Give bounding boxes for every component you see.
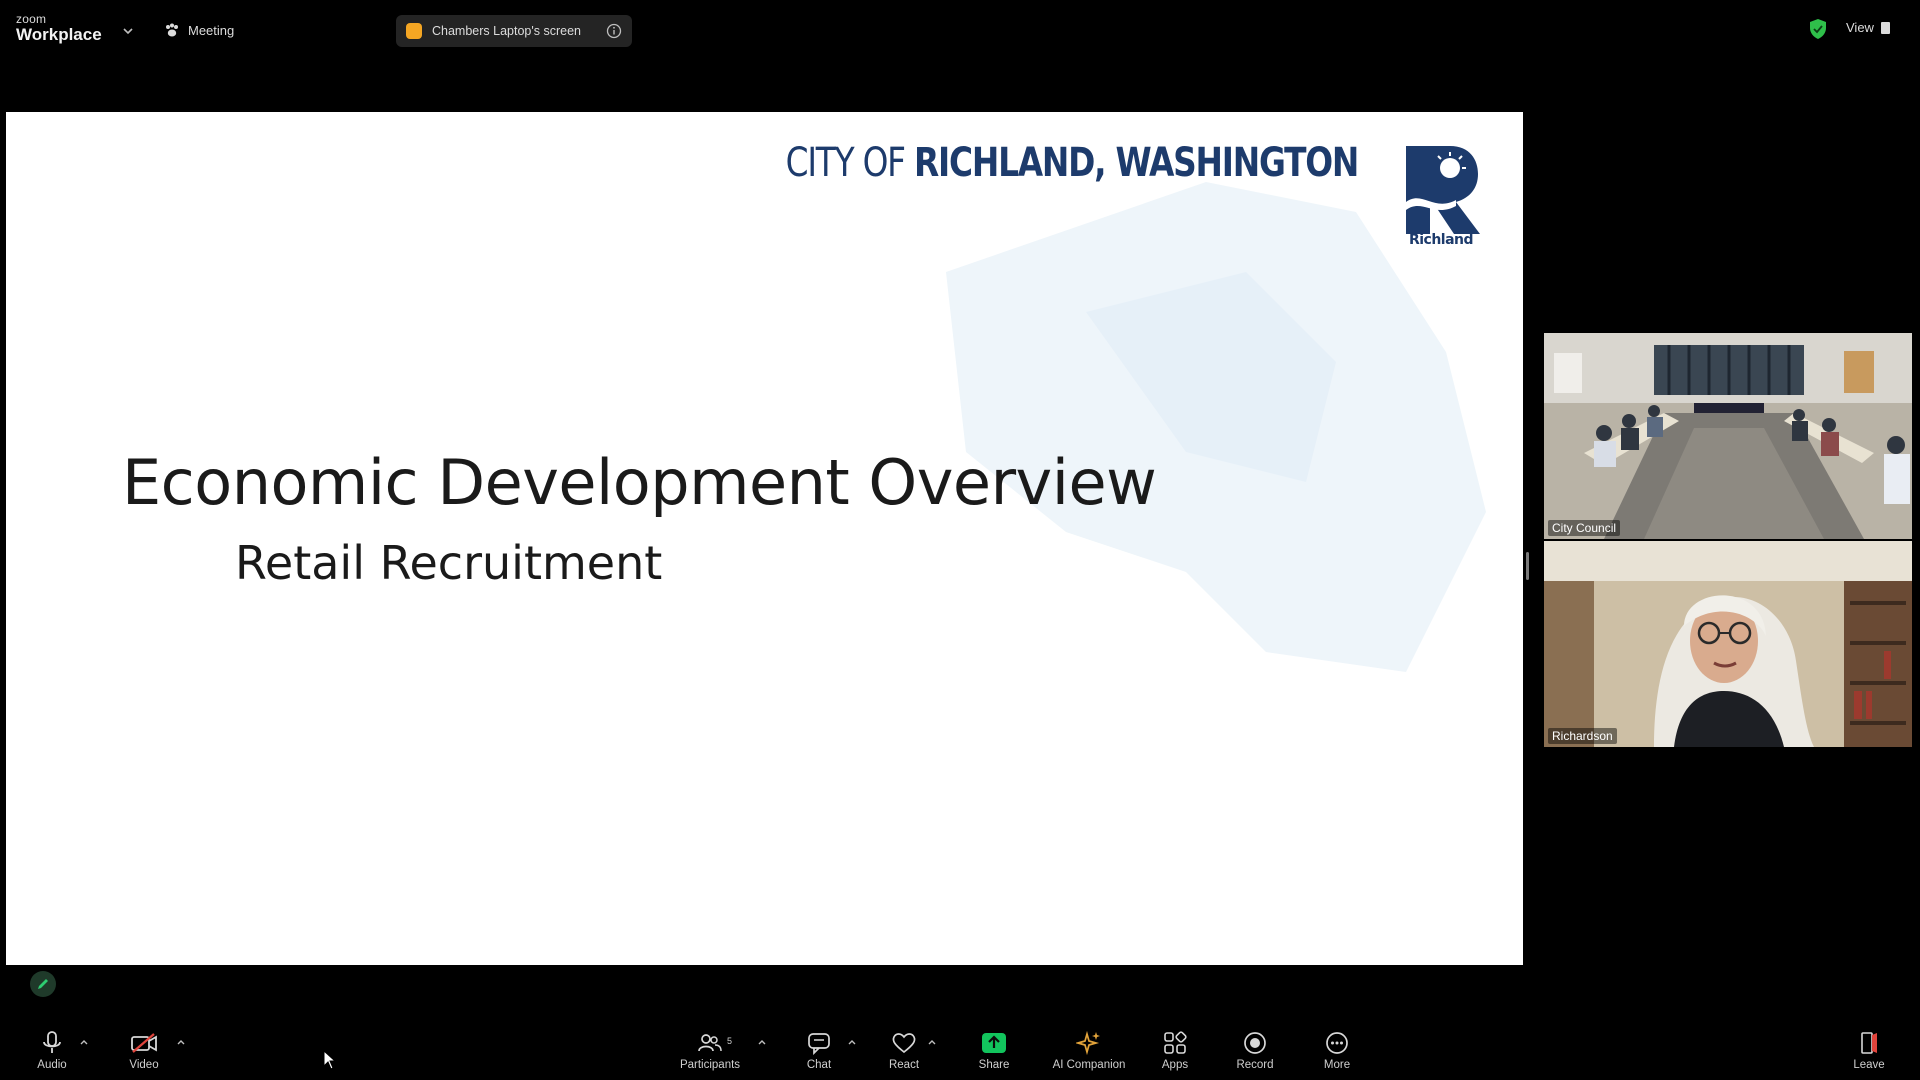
chevron-down-icon[interactable] — [122, 25, 134, 37]
participants-options-caret-icon[interactable] — [757, 1038, 767, 1048]
meeting-label: Meeting — [188, 22, 235, 38]
view-label: View — [1846, 20, 1874, 35]
participant-name-label: City Council — [1548, 520, 1621, 536]
screen-share-indicator[interactable]: Chambers Laptop's screen — [396, 15, 632, 47]
screen-share-dot-icon — [406, 23, 422, 39]
city-title: CITY OF RICHLAND, WASHINGTON — [785, 140, 1360, 186]
record-button[interactable]: Record — [1218, 1028, 1292, 1080]
zoom-workplace-logo[interactable]: zoom Workplace — [16, 13, 102, 43]
participants-button[interactable]: Participants — [673, 1028, 747, 1080]
ai-sparkle-icon — [1076, 1030, 1100, 1056]
shared-screen-slide: CITY OF RICHLAND, WASHINGTON Richland Ec… — [6, 112, 1523, 965]
ai-companion-label: AI Companion — [1052, 1059, 1126, 1071]
audio-button[interactable]: Audio — [15, 1028, 89, 1080]
screen-share-label: Chambers Laptop's screen — [432, 24, 581, 38]
apps-button[interactable]: Apps — [1138, 1028, 1212, 1080]
apps-icon — [1164, 1031, 1187, 1054]
audio-options-caret-icon[interactable] — [79, 1038, 89, 1048]
react-button[interactable]: React — [867, 1028, 941, 1080]
heart-icon — [892, 1033, 916, 1054]
react-options-caret-icon[interactable] — [927, 1038, 937, 1048]
share-screen-icon — [982, 1033, 1006, 1053]
logo-text: Richland — [1408, 232, 1474, 248]
meeting-info-button[interactable]: Meeting — [164, 22, 234, 38]
brand-large-text: Workplace — [16, 25, 102, 44]
microphone-icon — [43, 1031, 61, 1053]
shield-check-icon[interactable] — [1808, 18, 1828, 40]
chat-label: Chat — [806, 1059, 832, 1071]
share-label: Share — [978, 1059, 1010, 1071]
video-button[interactable]: Video — [107, 1028, 181, 1080]
leave-door-icon — [1861, 1032, 1877, 1054]
brand-small-text: zoom — [16, 12, 47, 26]
chat-button[interactable]: Chat — [782, 1028, 856, 1080]
participants-count-badge: 5 — [727, 1036, 733, 1046]
apps-label: Apps — [1161, 1059, 1189, 1071]
slide-title: Economic Development Overview — [122, 446, 1157, 519]
react-label: React — [888, 1059, 920, 1071]
info-icon[interactable] — [606, 23, 622, 39]
view-layout-icon — [1880, 21, 1890, 34]
video-tile-richardson[interactable]: Richardson — [1544, 541, 1912, 747]
record-label: Record — [1236, 1059, 1274, 1071]
record-icon — [1244, 1032, 1266, 1054]
slide-subtitle: Retail Recruitment — [235, 536, 663, 590]
video-off-icon — [131, 1033, 157, 1053]
meeting-paw-icon — [166, 23, 178, 37]
council-room-video — [1544, 333, 1912, 539]
leave-button[interactable]: Leave — [1834, 1028, 1904, 1080]
ai-companion-button[interactable]: AI Companion — [1048, 1028, 1130, 1080]
view-button[interactable]: View — [1846, 20, 1890, 35]
participant-video — [1544, 541, 1912, 747]
more-label: More — [1323, 1059, 1351, 1071]
richland-logo: Richland — [1400, 142, 1482, 250]
chat-options-caret-icon[interactable] — [847, 1038, 857, 1048]
participants-icon — [698, 1034, 722, 1052]
chat-icon — [808, 1033, 830, 1055]
city-prefix: CITY OF — [785, 140, 914, 186]
annotate-button[interactable] — [30, 971, 56, 997]
panel-resize-handle[interactable] — [1526, 552, 1529, 580]
participants-label: Participants — [679, 1059, 741, 1071]
pencil-icon — [38, 979, 48, 989]
mouse-cursor-icon — [323, 1050, 337, 1070]
top-bar: zoom Workplace Meeting Chambers Laptop's… — [0, 0, 1920, 62]
share-button[interactable]: Share — [957, 1028, 1031, 1080]
participant-name-label: Richardson — [1548, 728, 1617, 744]
more-button[interactable]: More — [1300, 1028, 1374, 1080]
video-label: Video — [129, 1059, 159, 1071]
leave-label: Leave — [1853, 1059, 1885, 1071]
audio-label: Audio — [37, 1059, 67, 1071]
city-name: RICHLAND, WASHINGTON — [913, 140, 1359, 186]
more-icon — [1326, 1032, 1348, 1054]
video-tile-city-council[interactable]: City Council — [1544, 333, 1912, 539]
video-options-caret-icon[interactable] — [176, 1038, 186, 1048]
